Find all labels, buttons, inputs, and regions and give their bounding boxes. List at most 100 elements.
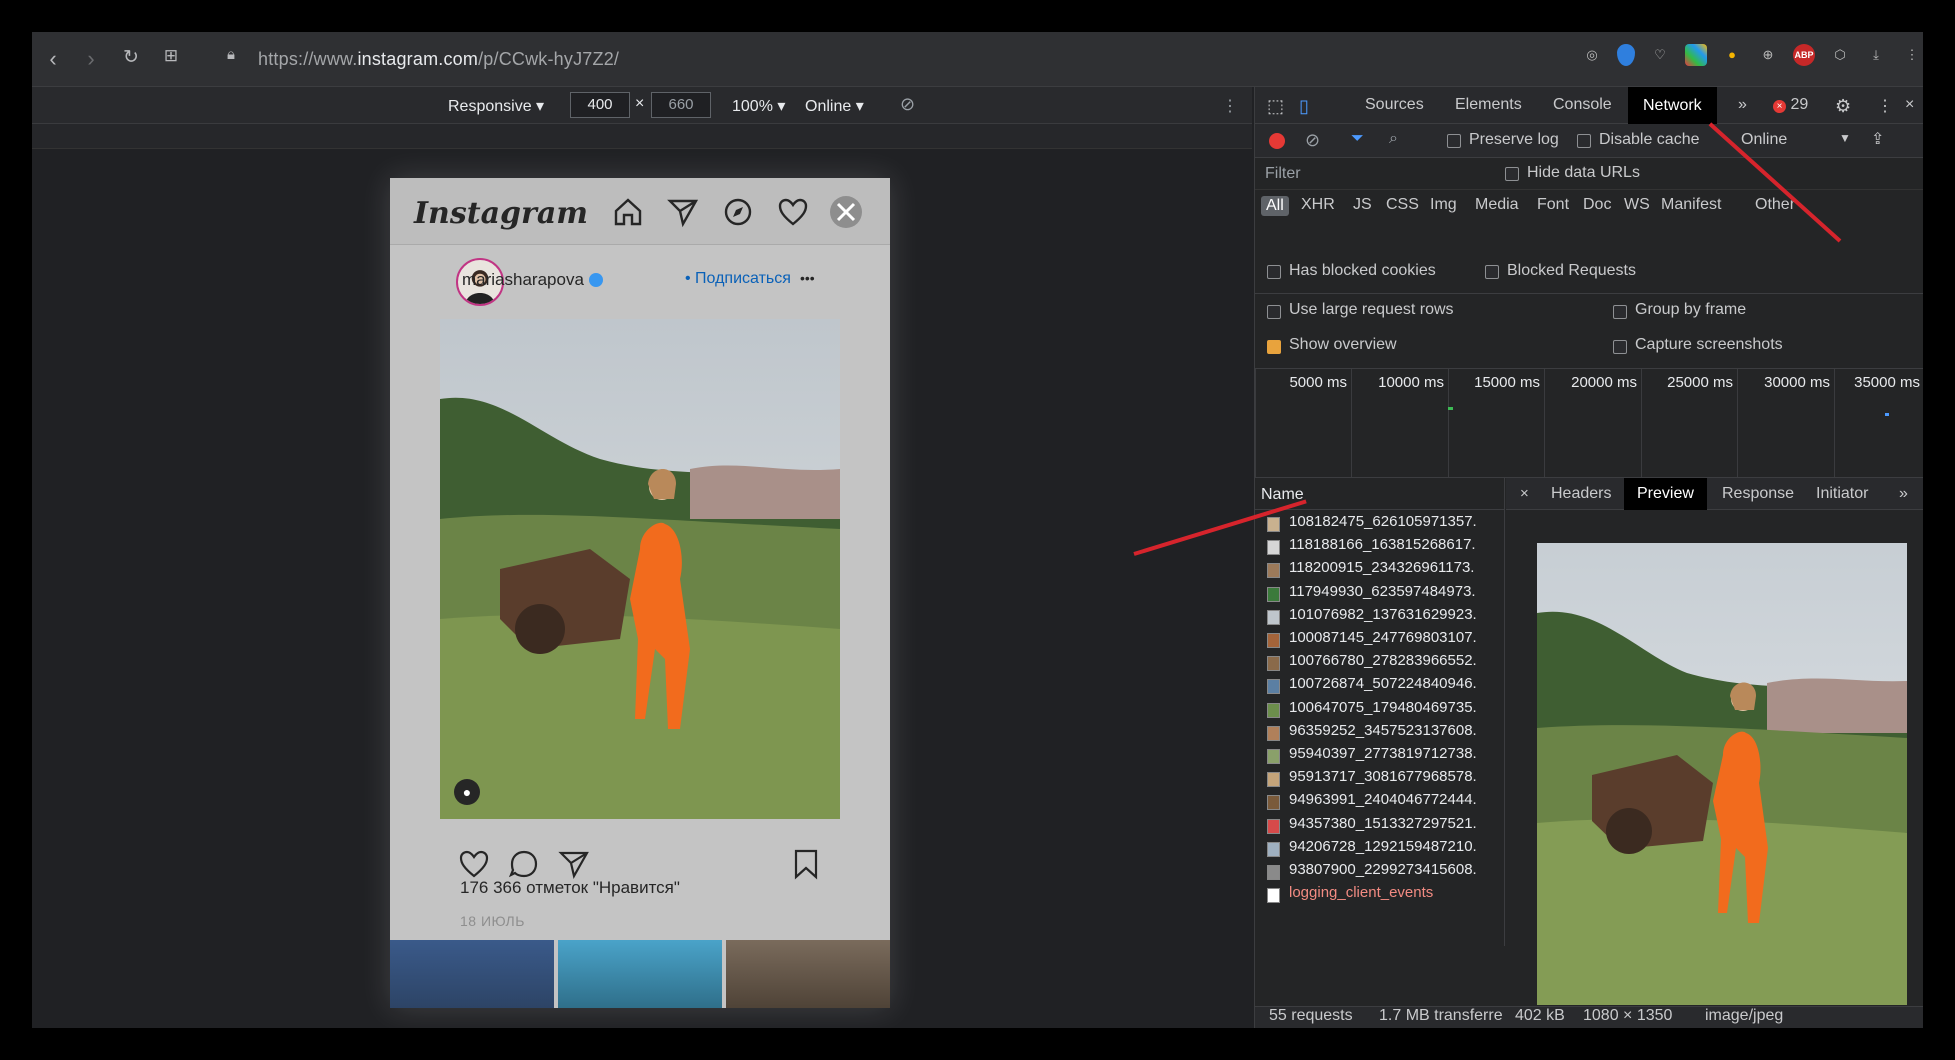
tab-console[interactable]: Console (1553, 96, 1612, 114)
close-devtools-icon[interactable]: × (1905, 96, 1914, 114)
error-counter[interactable]: × 29 (1773, 96, 1808, 114)
rotate-icon[interactable]: ⊘ (900, 94, 915, 115)
direct-icon[interactable] (667, 196, 699, 228)
throttle-select[interactable]: Online ▾ (805, 96, 864, 116)
clear-icon[interactable]: ⊘ (1305, 130, 1320, 151)
follow-button[interactable]: • Подписаться (685, 270, 791, 288)
type-filter-xhr[interactable]: XHR (1301, 196, 1335, 214)
request-row[interactable]: 100647075_179480469735. (1255, 699, 1503, 722)
tab-preview[interactable]: Preview (1624, 478, 1707, 510)
forward-icon[interactable]: › (78, 46, 104, 72)
blocked-cookies-checkbox[interactable] (1267, 265, 1281, 279)
reload-icon[interactable]: ↻ (118, 46, 144, 69)
post-photo[interactable]: ● (440, 319, 840, 819)
search-icon[interactable]: ⌕ (1389, 130, 1398, 148)
like-count[interactable]: 176 366 отметок "Нравится" (460, 878, 680, 898)
more-options-icon[interactable]: ⋮ (1222, 96, 1238, 116)
large-rows-checkbox[interactable] (1267, 305, 1281, 319)
cube-icon[interactable]: ⬡ (1829, 44, 1851, 66)
request-row[interactable]: 100766780_278283966552. (1255, 652, 1503, 675)
request-row[interactable]: 101076982_137631629923. (1255, 606, 1503, 629)
group-by-frame-checkbox[interactable] (1613, 305, 1627, 319)
save-bookmark-icon[interactable] (790, 848, 822, 880)
filter-icon[interactable]: ⏷ (1351, 130, 1364, 148)
request-row[interactable]: 100087145_247769803107. (1255, 629, 1503, 652)
timeline-overview[interactable]: 5000 ms 10000 ms 15000 ms 20000 ms 25000… (1255, 368, 1923, 478)
shield-icon[interactable] (1617, 44, 1635, 66)
post-username[interactable]: mariasharapova (462, 270, 603, 290)
hide-data-urls-checkbox[interactable] (1505, 167, 1519, 181)
request-row[interactable]: 95913717_3081677968578. (1255, 768, 1503, 791)
adblock-icon[interactable]: ABP (1793, 44, 1815, 66)
profile-avatar[interactable] (830, 196, 862, 228)
settings-gear-icon[interactable]: ⚙ (1835, 96, 1851, 117)
comment-icon[interactable] (508, 848, 540, 880)
download-icon[interactable]: ⤓ (1865, 44, 1887, 66)
type-filter-ws[interactable]: WS (1624, 196, 1650, 214)
type-filter-js[interactable]: JS (1353, 196, 1372, 214)
share-icon[interactable] (558, 848, 590, 880)
blocked-requests-checkbox[interactable] (1485, 265, 1499, 279)
instagram-logo[interactable]: Instagram (414, 196, 588, 231)
inspect-element-icon[interactable]: ⬚ (1267, 96, 1284, 117)
tagged-user-icon[interactable]: ● (454, 779, 480, 805)
request-row[interactable]: 108182475_626105971357. (1255, 513, 1503, 536)
request-row[interactable]: 93807900_2299273415608. (1255, 861, 1503, 884)
close-icon[interactable] (830, 196, 862, 228)
request-row[interactable]: 100726874_507224840946. (1255, 675, 1503, 698)
type-filter-all[interactable]: All (1261, 196, 1289, 216)
request-row[interactable]: 118200915_234326961173. (1255, 559, 1503, 582)
tabs-grid-icon[interactable]: ⊞ (158, 46, 184, 66)
request-row[interactable]: 96359252_3457523137608. (1255, 722, 1503, 745)
type-filter-media[interactable]: Media (1475, 196, 1519, 214)
request-row[interactable]: 94357380_1513327297521. (1255, 815, 1503, 838)
url-field[interactable]: https://www.instagram.com/p/CCwk-hyJ7Z2/ (258, 49, 619, 70)
type-filter-manifest[interactable]: Manifest (1661, 196, 1721, 214)
show-overview-checkbox[interactable] (1267, 340, 1281, 354)
thumbnail[interactable] (390, 940, 554, 1008)
disable-cache-checkbox[interactable] (1577, 134, 1591, 148)
record-icon[interactable] (1269, 133, 1285, 149)
back-icon[interactable]: ‹ (40, 46, 66, 72)
request-row[interactable]: 95940397_2773819712738. (1255, 745, 1503, 768)
type-filter-doc[interactable]: Doc (1583, 196, 1611, 214)
import-har-icon[interactable]: ⇪ (1871, 129, 1884, 149)
tab-initiator[interactable]: Initiator (1816, 485, 1868, 503)
request-row[interactable]: 94963991_2404046772444. (1255, 791, 1503, 814)
camera-icon[interactable]: ◎ (1581, 44, 1603, 66)
tab-network[interactable]: Network (1628, 87, 1717, 124)
zoom-select[interactable]: 100% ▾ (732, 96, 785, 116)
bulb-icon[interactable]: ● (1721, 44, 1743, 66)
device-mode-select[interactable]: Responsive ▾ (448, 96, 544, 116)
close-detail-icon[interactable]: × (1520, 485, 1529, 502)
type-filter-css[interactable]: CSS (1386, 196, 1419, 214)
thumbnail[interactable] (558, 940, 722, 1008)
request-row[interactable]: 118188166_163815268617. (1255, 536, 1503, 559)
type-filter-other[interactable]: Other (1755, 196, 1795, 214)
globe-icon[interactable]: ⊕ (1757, 44, 1779, 66)
like-icon[interactable] (458, 848, 490, 880)
post-options-icon[interactable]: ••• (800, 270, 815, 286)
activity-heart-icon[interactable] (777, 196, 809, 228)
viewport-width-input[interactable]: 400 (570, 92, 630, 118)
home-icon[interactable] (612, 196, 644, 228)
type-filter-font[interactable]: Font (1537, 196, 1569, 214)
thumbnail[interactable] (726, 940, 890, 1008)
devtools-menu-icon[interactable]: ⋮ (1877, 96, 1893, 116)
colorful-extension-icon[interactable] (1685, 44, 1707, 66)
device-toggle-icon[interactable]: ▯ (1299, 96, 1309, 117)
capture-screenshots-checkbox[interactable] (1613, 340, 1627, 354)
heart-icon[interactable]: ♡ (1649, 44, 1671, 66)
viewport-height-input[interactable]: 660 (651, 92, 711, 118)
preserve-log-checkbox[interactable] (1447, 134, 1461, 148)
request-row[interactable]: 94206728_1292159487210. (1255, 838, 1503, 861)
explore-icon[interactable] (722, 196, 754, 228)
request-row-logging[interactable]: logging_client_events (1255, 884, 1503, 907)
tab-sources[interactable]: Sources (1365, 96, 1424, 114)
tab-elements[interactable]: Elements (1455, 96, 1522, 114)
tab-headers[interactable]: Headers (1551, 485, 1611, 503)
tab-response[interactable]: Response (1722, 485, 1794, 503)
menu-icon[interactable]: ⋮ (1901, 44, 1923, 66)
request-row[interactable]: 117949930_623597484973. (1255, 583, 1503, 606)
type-filter-img[interactable]: Img (1430, 196, 1457, 214)
